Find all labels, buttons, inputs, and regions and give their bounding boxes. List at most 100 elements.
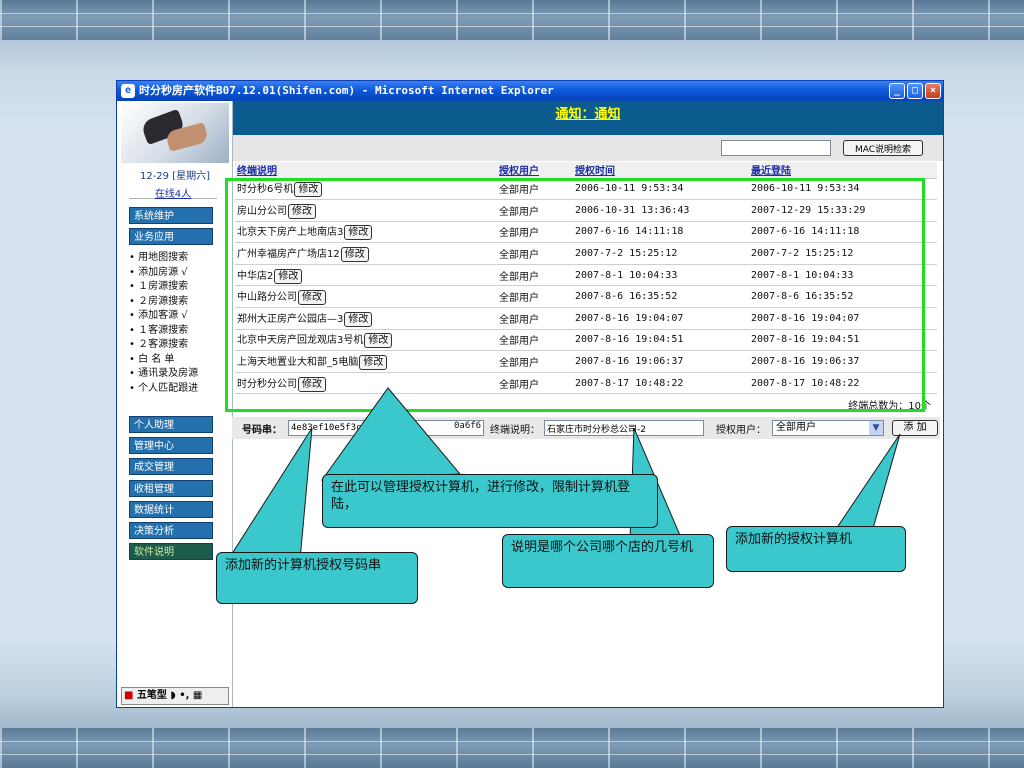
nav-item-bottom-4[interactable]: 收租管理 <box>129 479 213 497</box>
edit-button[interactable]: 修改 <box>344 311 373 327</box>
row-user: 全部用户 <box>497 329 573 352</box>
edit-button[interactable]: 修改 <box>364 333 393 349</box>
row-last-login: 2007-8-16 19:04:07 <box>749 307 937 330</box>
minimize-button[interactable]: _ <box>889 83 905 99</box>
row-desc: 北京天下房产上地南店3 <box>237 227 344 239</box>
nav-item-bottom-1[interactable]: 个人助理 <box>129 416 213 433</box>
row-last-login: 2007-8-16 19:06:37 <box>749 350 937 373</box>
nav-item-2[interactable]: 业务应用 <box>129 228 213 245</box>
edit-button[interactable]: 修改 <box>340 247 369 263</box>
business-submenu: • 用地图搜索 • 添加房源 √ • １房源搜索 • ２房源搜索 • 添加客源 √ • １… <box>129 251 229 396</box>
row-desc: 房山分公司 <box>237 205 287 217</box>
online-users-link[interactable]: 在线4人 <box>129 185 217 200</box>
mac-search-button[interactable]: MAC说明检索 <box>843 140 923 156</box>
submenu-item[interactable]: • ２客源搜索 <box>129 338 229 353</box>
row-last-login: 2006-10-11 9:53:34 <box>749 178 937 201</box>
punctuation-icon: •, <box>179 690 190 701</box>
row-desc-cell: 上海天地置业大和部_5电脑 修改 <box>235 350 497 373</box>
row-desc-cell: 郑州大正房产公园店—3 修改 <box>235 307 497 330</box>
nav-item-bottom-5[interactable]: 数据统计 <box>129 500 213 518</box>
row-auth-time: 2007-7-2 15:25:12 <box>573 242 749 265</box>
nav-item-bottom-2[interactable]: 管理中心 <box>129 437 213 455</box>
ime-flag-icon: ■ <box>124 690 134 701</box>
desc-input[interactable] <box>544 420 704 436</box>
row-desc: 上海天地置业大和部_5电脑 <box>237 357 359 369</box>
edit-button[interactable]: 修改 <box>344 225 373 241</box>
row-desc-cell: 中山路分公司 修改 <box>235 285 497 309</box>
col-desc[interactable]: 终端说明 <box>235 162 497 179</box>
table-row: 北京天下房产上地南店3 修改 全部用户 2007-6-16 14:11:18 2007-… <box>235 221 937 244</box>
user-label: 授权用户： <box>716 425 766 436</box>
callout-add: 添加新的授权计算机 <box>726 526 906 572</box>
submenu-item[interactable]: • 用地图搜索 <box>129 251 229 266</box>
ie-icon: e <box>121 84 135 98</box>
submenu-item[interactable]: • １客源搜索 <box>129 324 229 339</box>
row-last-login: 2007-7-2 15:25:12 <box>749 242 937 265</box>
row-desc-cell: 时分秒6号机 修改 <box>235 178 497 201</box>
table-row: 时分秒6号机 修改 全部用户 2006-10-11 9:53:34 2006-10-11… <box>235 178 937 201</box>
code-label: 号码串： <box>242 425 282 436</box>
row-auth-time: 2006-10-11 9:53:34 <box>573 178 749 201</box>
submenu-item[interactable]: • 通讯录及房源 <box>129 367 229 382</box>
edit-button[interactable]: 修改 <box>298 290 326 306</box>
callout-manage: 在此可以管理授权计算机，进行修改，限制计算机登陆， <box>322 474 658 528</box>
table-row: 中华店2 修改 全部用户 2007-8-1 10:04:33 2007-8-1 10:0… <box>235 264 937 287</box>
add-button[interactable]: 添 加 <box>892 420 938 436</box>
submenu-item[interactable]: • 添加房源 √ <box>129 266 229 281</box>
row-auth-time: 2007-8-17 10:48:22 <box>573 372 749 395</box>
window-title: 时分秒房产软件B07.12.01(Shifen.com) - Microsoft… <box>139 84 554 97</box>
ime-mode: 五笔型 <box>136 690 167 701</box>
row-auth-time: 2007-6-16 14:11:18 <box>573 221 749 244</box>
window-titlebar[interactable]: e 时分秒房产软件B07.12.01(Shifen.com) - Microso… <box>117 81 943 101</box>
ime-status-bar[interactable]: ■ 五笔型 ◗ •, ▦ <box>121 687 229 705</box>
row-user: 全部用户 <box>497 199 573 222</box>
keyboard-icon: ▦ <box>192 690 203 701</box>
row-user: 全部用户 <box>497 285 573 309</box>
nav-item-bottom-3[interactable]: 成交管理 <box>129 458 213 476</box>
table-footer: 终端总数为：10个 <box>235 394 937 416</box>
edit-button[interactable]: 修改 <box>288 203 316 219</box>
edit-button[interactable]: 修改 <box>294 182 323 198</box>
row-last-login: 2007-8-16 19:04:51 <box>749 329 937 352</box>
handshake-logo <box>121 103 229 163</box>
edit-button[interactable]: 修改 <box>359 355 388 371</box>
nav-item-bottom-7[interactable]: 软件说明 <box>129 543 213 561</box>
date-label: 12-29 [星期六] <box>139 171 211 182</box>
submenu-item[interactable]: • 白 名 单 <box>129 353 229 368</box>
row-desc: 中华店2 <box>237 270 274 282</box>
col-auth-time[interactable]: 授权时间 <box>573 162 749 179</box>
edit-button[interactable]: 修改 <box>274 268 303 284</box>
submenu-item[interactable]: • 添加客源 √ <box>129 309 229 324</box>
row-user: 全部用户 <box>497 178 573 201</box>
row-user: 全部用户 <box>497 242 573 265</box>
nav-item-bottom-6[interactable]: 决策分析 <box>129 522 213 539</box>
table-row: 房山分公司 修改 全部用户 2006-10-31 13:36:43 2007-12-29… <box>235 199 937 222</box>
user-select[interactable]: 全部用户 ▼ <box>772 420 884 436</box>
row-last-login: 2007-8-1 10:04:33 <box>749 264 937 287</box>
table-row: 中山路分公司 修改 全部用户 2007-8-6 16:35:52 2007-8-6 16… <box>235 285 937 309</box>
submenu-item[interactable]: • 个人匹配跟进 <box>129 382 229 397</box>
mac-search-input[interactable] <box>721 140 831 156</box>
row-desc-cell: 房山分公司 修改 <box>235 199 497 222</box>
row-last-login: 2007-6-16 14:11:18 <box>749 221 937 244</box>
page-title: 通知：通知 <box>233 101 943 135</box>
row-last-login: 2007-8-17 10:48:22 <box>749 372 937 395</box>
edit-button[interactable]: 修改 <box>298 376 326 392</box>
maximize-button[interactable]: □ <box>907 83 923 99</box>
row-desc-cell: 中华店2 修改 <box>235 264 497 287</box>
row-desc: 郑州大正房产公园店—3 <box>237 313 344 325</box>
nav-item-1[interactable]: 系统维护 <box>129 207 213 224</box>
row-desc-cell: 广州幸福房产广场店12 修改 <box>235 242 497 265</box>
row-user: 全部用户 <box>497 307 573 330</box>
row-auth-time: 2007-8-6 16:35:52 <box>573 285 749 309</box>
close-button[interactable]: × <box>925 83 941 99</box>
row-user: 全部用户 <box>497 350 573 373</box>
terminal-table: 终端说明 授权用户 授权时间 最近登陆 时分秒6号机 修改 全部用户 2006-10-… <box>235 162 937 416</box>
row-user: 全部用户 <box>497 264 573 287</box>
submenu-item[interactable]: • ２房源搜索 <box>129 295 229 310</box>
callout-code: 添加新的计算机授权号码串 <box>216 552 418 604</box>
col-user[interactable]: 授权用户 <box>497 162 573 179</box>
submenu-item[interactable]: • １房源搜索 <box>129 280 229 295</box>
col-last-login[interactable]: 最近登陆 <box>749 162 937 179</box>
table-row: 时分秒分公司 修改 全部用户 2007-8-17 10:48:22 2007-8-17 … <box>235 372 937 395</box>
